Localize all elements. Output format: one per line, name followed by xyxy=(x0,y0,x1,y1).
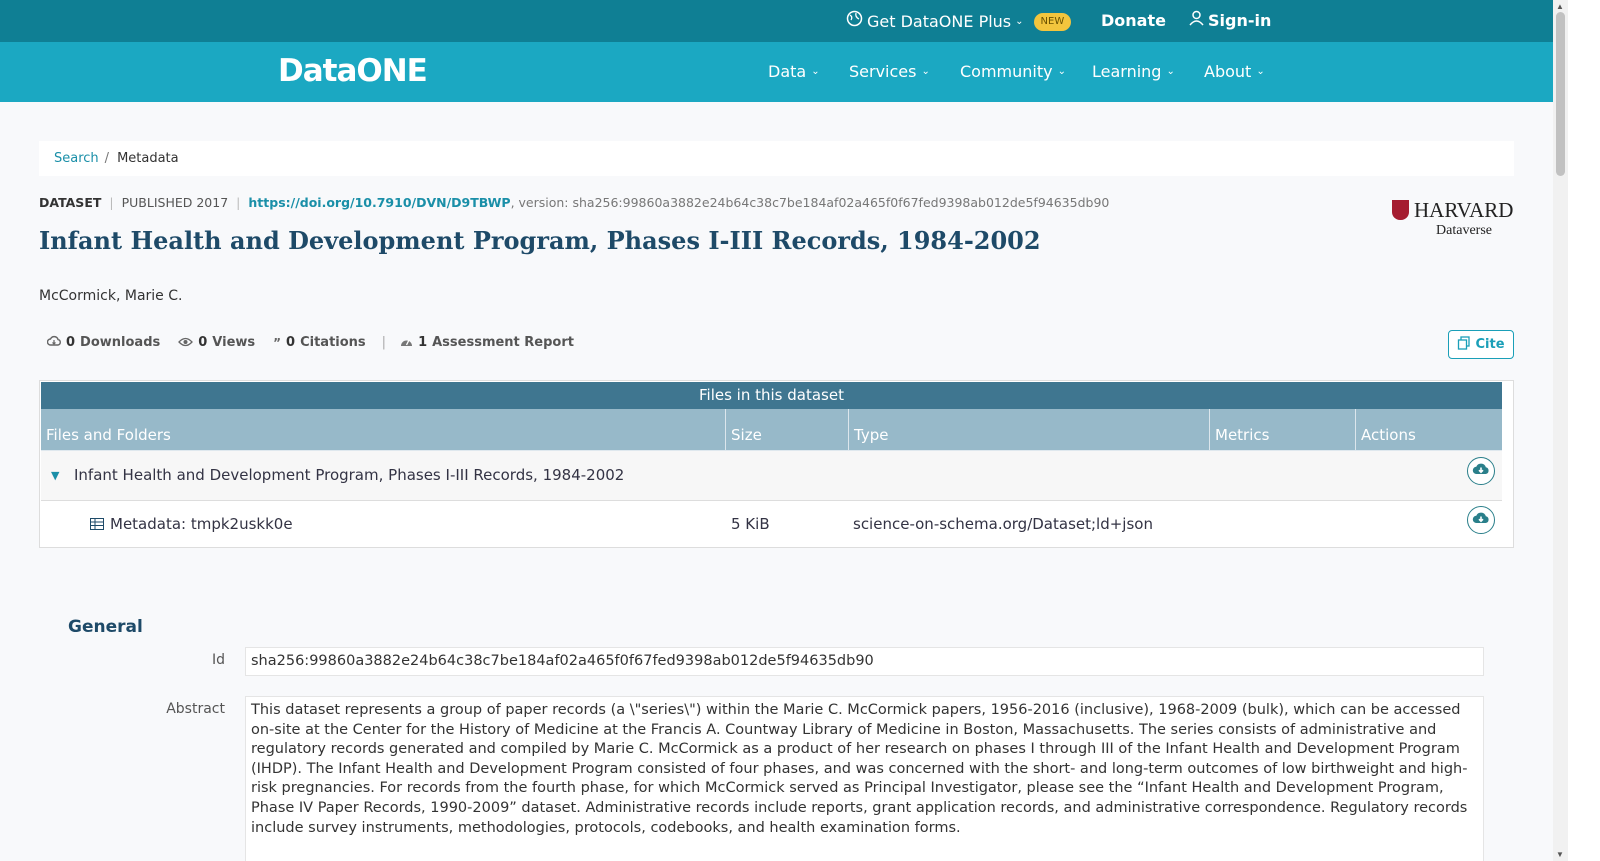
file-size: 5 KiB xyxy=(731,515,770,533)
get-dataone-plus-menu[interactable]: Get DataONE Plus ⌄ NEW xyxy=(846,10,1072,33)
cloud-download-icon xyxy=(1472,462,1490,480)
nav-data-label: Data xyxy=(768,62,807,81)
column-header-type[interactable]: Type xyxy=(849,409,1210,450)
views-metric[interactable]: 0 Views xyxy=(178,335,255,350)
id-label: Id xyxy=(211,652,225,668)
sign-in-link[interactable]: Sign-in xyxy=(1189,10,1271,32)
file-type: science-on-schema.org/Dataset;ld+json xyxy=(853,515,1153,533)
chevron-down-icon: ⌄ xyxy=(1256,66,1265,77)
globe-icon xyxy=(846,10,863,33)
copy-icon xyxy=(1457,335,1471,354)
dataset-meta-line: DATASET | PUBLISHED 2017 | https://doi.o… xyxy=(39,195,1109,210)
quote-icon: ” xyxy=(273,335,282,350)
get-dataone-plus-label: Get DataONE Plus xyxy=(867,11,1012,31)
column-header-files[interactable]: Files and Folders xyxy=(41,409,726,450)
downloads-label: Downloads xyxy=(80,335,161,350)
published-year: PUBLISHED 2017 xyxy=(121,195,229,210)
nav-about[interactable]: About ⌄ xyxy=(1204,62,1265,82)
breadcrumb-separator: / xyxy=(104,151,110,166)
breadcrumb-current: Metadata xyxy=(117,151,179,166)
meta-divider: | xyxy=(109,195,114,210)
repository-sub: Dataverse xyxy=(1436,223,1492,238)
citations-label: Citations xyxy=(300,335,366,350)
metrics-bar: 0 Downloads 0 Views ” 0 Citations | 1 As… xyxy=(46,335,592,350)
nav-services-label: Services xyxy=(849,62,917,81)
nav-community-label: Community xyxy=(960,62,1053,81)
views-count: 0 xyxy=(198,335,208,350)
metrics-divider: | xyxy=(381,335,387,350)
table-icon xyxy=(90,500,104,549)
chevron-down-icon: ⌄ xyxy=(811,66,820,77)
table-row[interactable]: ▼ Infant Health and Development Program,… xyxy=(41,451,1502,501)
eye-icon xyxy=(178,336,194,350)
nav-learning-label: Learning xyxy=(1092,62,1162,81)
table-row[interactable]: Metadata: tmpk2uskk0e 5 KiB science-on-s… xyxy=(41,500,1502,549)
page-scrollbar[interactable]: ▲ ▼ xyxy=(1553,0,1568,861)
scrollbar-thumb[interactable] xyxy=(1556,12,1565,176)
caret-down-icon[interactable]: ▼ xyxy=(51,451,59,500)
top-utility-bar: Get DataONE Plus ⌄ NEW Donate Sign-in xyxy=(0,0,1553,42)
donate-link[interactable]: Donate xyxy=(1101,10,1166,32)
cite-button[interactable]: Cite xyxy=(1448,330,1514,359)
chevron-down-icon: ⌄ xyxy=(1015,15,1024,27)
page-title: Infant Health and Development Program, P… xyxy=(39,226,1041,255)
nav-learning[interactable]: Learning ⌄ xyxy=(1092,62,1175,82)
column-header-size[interactable]: Size xyxy=(726,409,849,450)
chevron-down-icon: ⌄ xyxy=(1057,66,1066,77)
sign-in-label: Sign-in xyxy=(1208,11,1272,30)
nav-data[interactable]: Data ⌄ xyxy=(768,62,820,82)
scroll-down-arrow-icon[interactable]: ▼ xyxy=(1556,850,1564,859)
meta-divider: | xyxy=(236,195,241,210)
cloud-download-icon xyxy=(1472,511,1490,529)
scroll-up-arrow-icon[interactable]: ▲ xyxy=(1556,2,1564,11)
id-value: sha256:99860a3882e24b64c38c7be184af02a46… xyxy=(245,647,1484,676)
file-name[interactable]: Metadata: tmpk2uskk0e xyxy=(110,500,293,549)
assessment-label: Assessment Report xyxy=(432,335,574,350)
abstract-value: This dataset represents a group of paper… xyxy=(245,696,1484,861)
version-text: , version: sha256:99860a3882e24b64c38c7b… xyxy=(510,195,1110,210)
breadcrumb-search-link[interactable]: Search xyxy=(54,151,99,166)
doi-link[interactable]: https://doi.org/10.7910/DVN/D9TBWP xyxy=(248,195,510,210)
files-table: Files in this dataset Files and Folders … xyxy=(39,380,1514,548)
download-folder-button[interactable] xyxy=(1467,457,1495,485)
column-header-metrics[interactable]: Metrics xyxy=(1210,409,1356,450)
assessment-count: 1 xyxy=(418,335,428,350)
citations-metric[interactable]: ” 0 Citations xyxy=(273,335,366,350)
folder-name[interactable]: Infant Health and Development Program, P… xyxy=(74,451,624,500)
user-icon xyxy=(1189,10,1204,32)
abstract-label: Abstract xyxy=(166,701,225,717)
dataone-logo[interactable]: DataONE xyxy=(278,52,428,90)
dataset-author: McCormick, Marie C. xyxy=(39,288,183,304)
chevron-down-icon: ⌄ xyxy=(921,66,930,77)
general-section-title: General xyxy=(68,617,143,637)
assessment-metric[interactable]: 1 Assessment Report xyxy=(400,335,574,350)
gauge-icon xyxy=(400,336,413,350)
main-navbar: DataONE Data ⌄ Services ⌄ Community ⌄ Learn… xyxy=(0,42,1553,102)
files-table-title: Files in this dataset xyxy=(41,382,1502,409)
views-label: Views xyxy=(212,335,256,350)
citations-count: 0 xyxy=(286,335,296,350)
new-badge: NEW xyxy=(1033,12,1072,31)
nav-services[interactable]: Services ⌄ xyxy=(849,62,930,82)
dataset-type-label: DATASET xyxy=(39,195,102,210)
column-header-actions: Actions xyxy=(1361,426,1416,444)
downloads-count: 0 xyxy=(66,335,76,350)
nav-about-label: About xyxy=(1204,62,1252,81)
downloads-metric[interactable]: 0 Downloads xyxy=(46,335,161,350)
files-table-header-row: Files and Folders Size Type Metrics Acti… xyxy=(41,409,1502,452)
harvard-shield-icon xyxy=(1392,200,1409,220)
repository-name: HARVARD xyxy=(1414,198,1514,222)
breadcrumb: Search / Metadata xyxy=(39,141,1514,176)
cloud-download-icon xyxy=(46,335,61,350)
download-file-button[interactable] xyxy=(1467,506,1495,534)
chevron-down-icon: ⌄ xyxy=(1166,66,1175,77)
cite-label: Cite xyxy=(1475,337,1505,352)
nav-community[interactable]: Community ⌄ xyxy=(960,62,1066,82)
logo-text: DataONE xyxy=(278,53,428,89)
